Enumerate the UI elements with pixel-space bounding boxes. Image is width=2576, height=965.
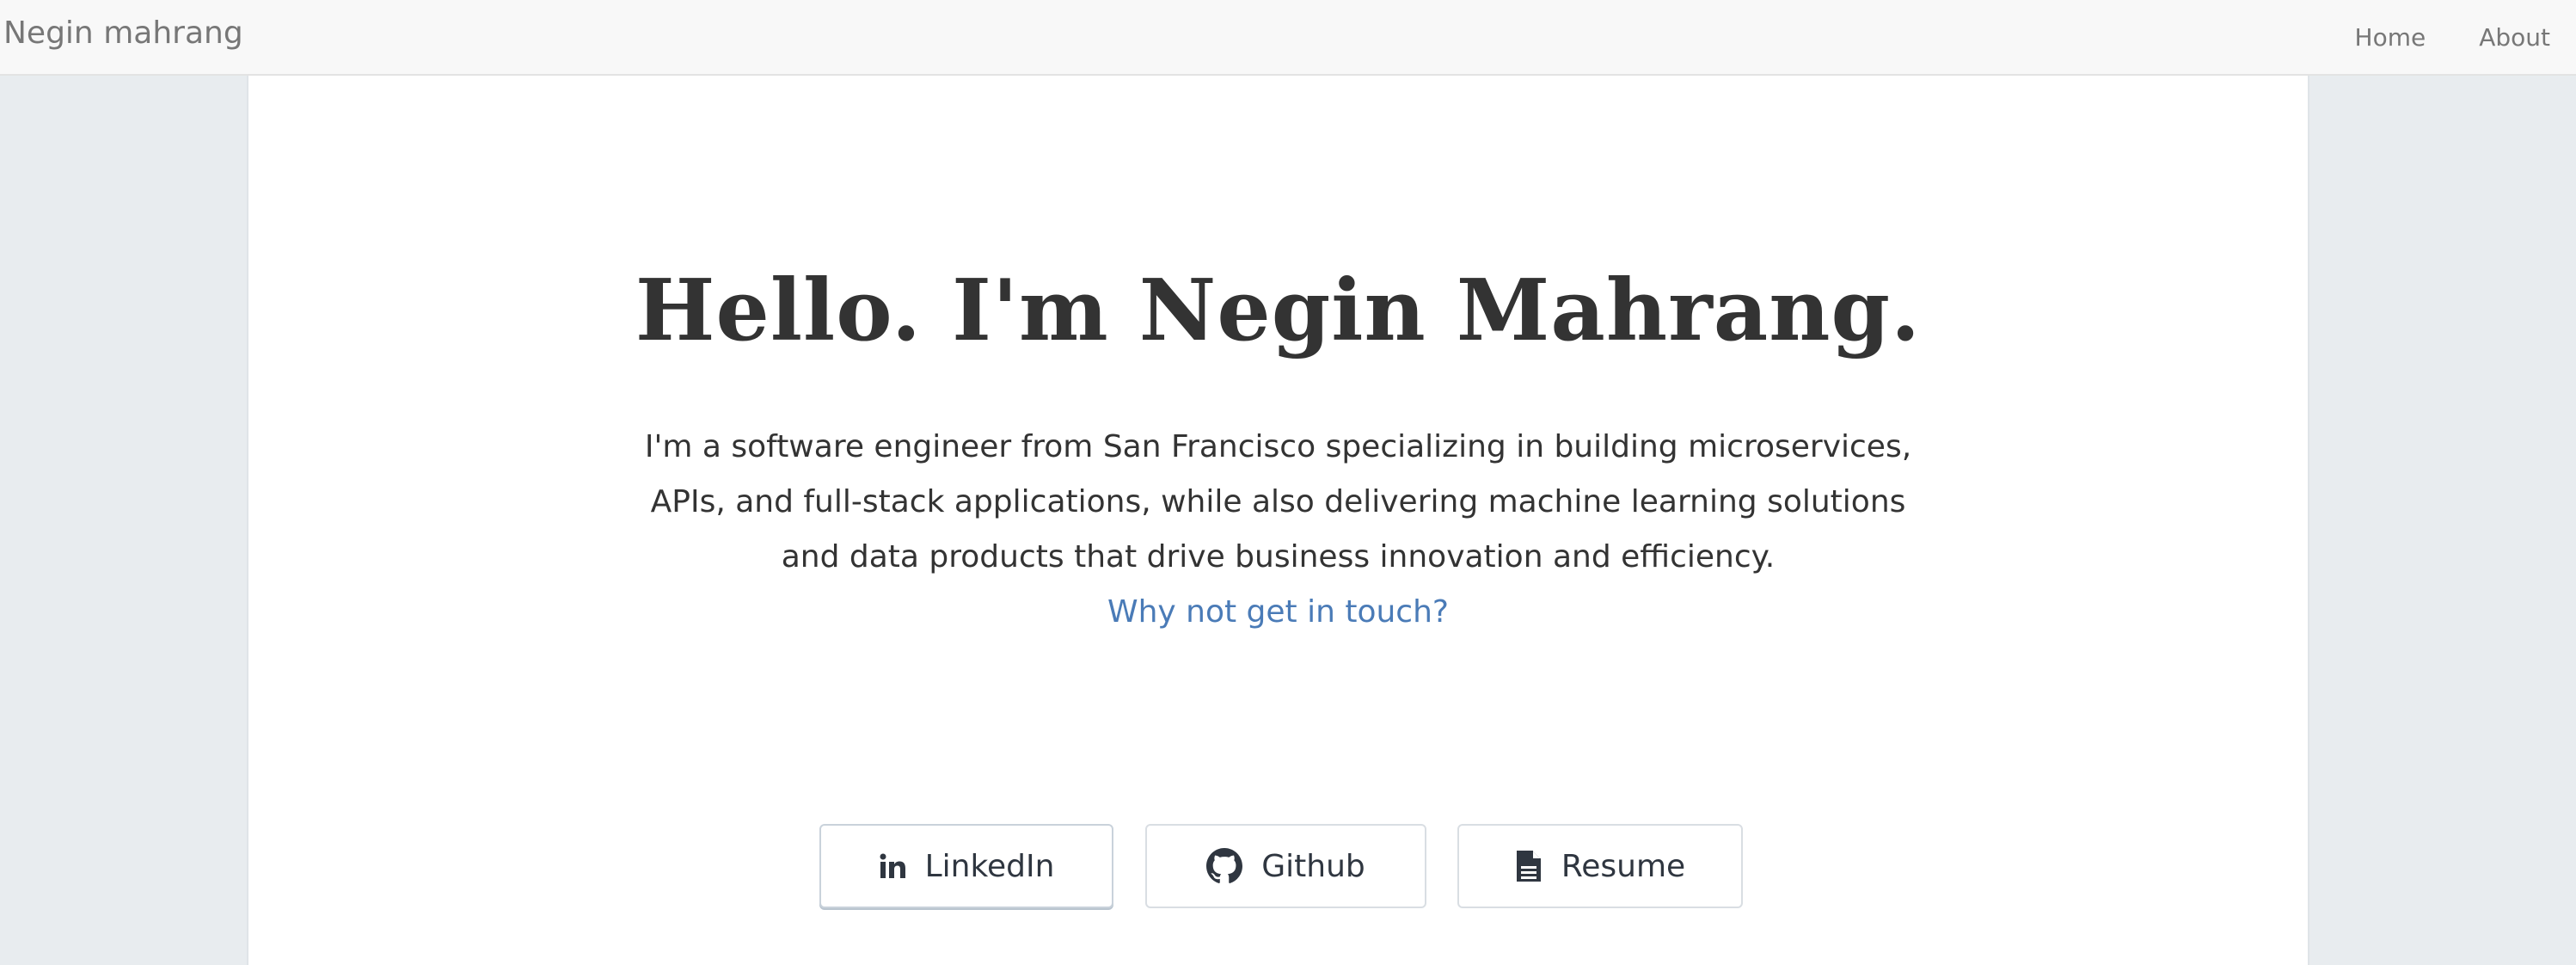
nav-link-home[interactable]: Home <box>2329 4 2454 71</box>
main-content: Hello. I'm Negin Mahrang. I'm a software… <box>247 76 2309 965</box>
social-buttons: LinkedIn Github Resume <box>248 824 2308 910</box>
linkedin-icon <box>879 852 906 880</box>
page-title: Hello. I'm Negin Mahrang. <box>635 261 1922 360</box>
intro-line: I'm a software engineer from San Francis… <box>644 429 1912 464</box>
github-icon <box>1206 848 1243 884</box>
nav-links: Home About <box>2329 0 2576 76</box>
nav-link-about[interactable]: About <box>2453 4 2576 71</box>
contact-link[interactable]: Why not get in touch? <box>248 585 2308 640</box>
intro-line: and data products that drive business in… <box>781 539 1776 575</box>
document-icon <box>1515 849 1543 883</box>
brand-link[interactable]: Negin mahrang <box>3 0 243 76</box>
resume-button-label: Resume <box>1561 848 1686 884</box>
github-button-label: Github <box>1261 848 1365 884</box>
linkedin-button-label: LinkedIn <box>924 848 1055 884</box>
linkedin-button[interactable]: LinkedIn <box>819 824 1113 908</box>
resume-button[interactable]: Resume <box>1457 824 1743 908</box>
intro-line: APIs, and full-stack applications, while… <box>650 484 1906 519</box>
github-button[interactable]: Github <box>1145 824 1426 908</box>
intro-paragraph: I'm a software engineer from San Francis… <box>248 420 2308 640</box>
top-navbar: Negin mahrang Home About <box>0 0 2576 76</box>
